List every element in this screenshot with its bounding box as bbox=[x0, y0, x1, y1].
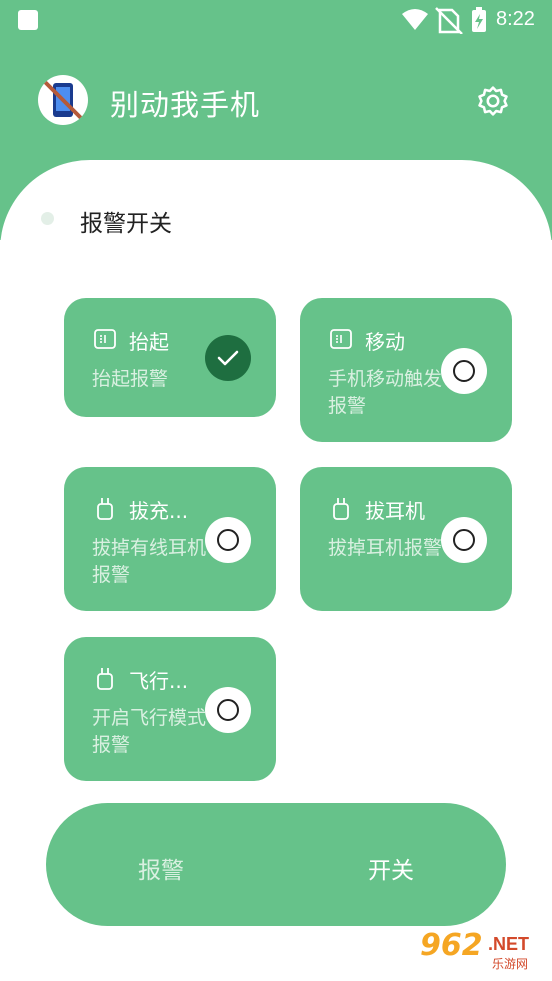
wifi-icon bbox=[402, 9, 428, 30]
alarm-card-unplug-earphone[interactable]: 拔耳机 拔掉耳机报警 bbox=[300, 467, 512, 611]
alarm-card-move[interactable]: 移动 手机移动触发报警 bbox=[300, 298, 512, 442]
card-title: 飞行... bbox=[129, 669, 189, 693]
card-description: 拔掉耳机报警 bbox=[328, 537, 443, 559]
card-description: 手机移动触发报警 bbox=[328, 368, 443, 417]
card-description: 拔掉有线耳机报警 bbox=[92, 537, 207, 586]
toggle-option-alarm[interactable]: 报警 bbox=[138, 851, 184, 885]
radio-button[interactable] bbox=[441, 517, 487, 563]
alarm-toggle-bar[interactable]: 报警 开关 bbox=[46, 803, 506, 926]
plug-icon bbox=[333, 498, 349, 520]
card-title: 抬起 bbox=[129, 330, 169, 354]
watermark-text: 乐游网 bbox=[492, 957, 529, 971]
card-description: 抬起报警 bbox=[92, 368, 169, 390]
selected-check[interactable] bbox=[205, 335, 251, 381]
section-indicator bbox=[41, 212, 54, 225]
card-title: 移动 bbox=[365, 330, 405, 354]
checkmark-icon bbox=[217, 350, 239, 366]
card-title: 拔充... bbox=[129, 499, 189, 523]
card-title: 拔耳机 bbox=[365, 499, 425, 523]
gear-icon bbox=[478, 86, 508, 116]
site-watermark: 962 .NET 乐游网 bbox=[412, 928, 548, 976]
radio-button[interactable] bbox=[441, 348, 487, 394]
app-logo bbox=[38, 75, 88, 125]
alarm-card-airplane-mode[interactable]: 飞行... 开启飞行模式报警 bbox=[64, 637, 276, 781]
section-title: 报警开关 bbox=[80, 211, 172, 237]
app-header: 别动我手机 bbox=[0, 60, 552, 140]
plug-icon bbox=[97, 498, 113, 520]
battery-charging-icon bbox=[472, 7, 486, 32]
card-description: 开启飞行模式报警 bbox=[92, 707, 207, 756]
list-icon bbox=[330, 329, 352, 349]
plug-icon bbox=[97, 668, 113, 690]
alarm-card-lift[interactable]: 抬起 抬起报警 bbox=[64, 298, 276, 417]
status-time: 8:22 bbox=[496, 8, 535, 30]
radio-button[interactable] bbox=[205, 517, 251, 563]
no-phone-icon bbox=[42, 79, 84, 121]
notification-icon bbox=[18, 10, 38, 30]
app-title: 别动我手机 bbox=[110, 88, 261, 122]
status-bar: 8:22 bbox=[0, 0, 552, 40]
no-sim-icon bbox=[435, 7, 463, 34]
list-icon bbox=[94, 329, 116, 349]
status-icons bbox=[402, 7, 486, 34]
alarm-card-unplug-charger[interactable]: 拔充... 拔掉有线耳机报警 bbox=[64, 467, 276, 611]
watermark-suffix: .NET bbox=[488, 934, 530, 954]
toggle-option-switch[interactable]: 开关 bbox=[368, 851, 414, 885]
watermark-number: 962 bbox=[420, 928, 483, 963]
radio-button[interactable] bbox=[205, 687, 251, 733]
settings-button[interactable] bbox=[474, 82, 512, 120]
